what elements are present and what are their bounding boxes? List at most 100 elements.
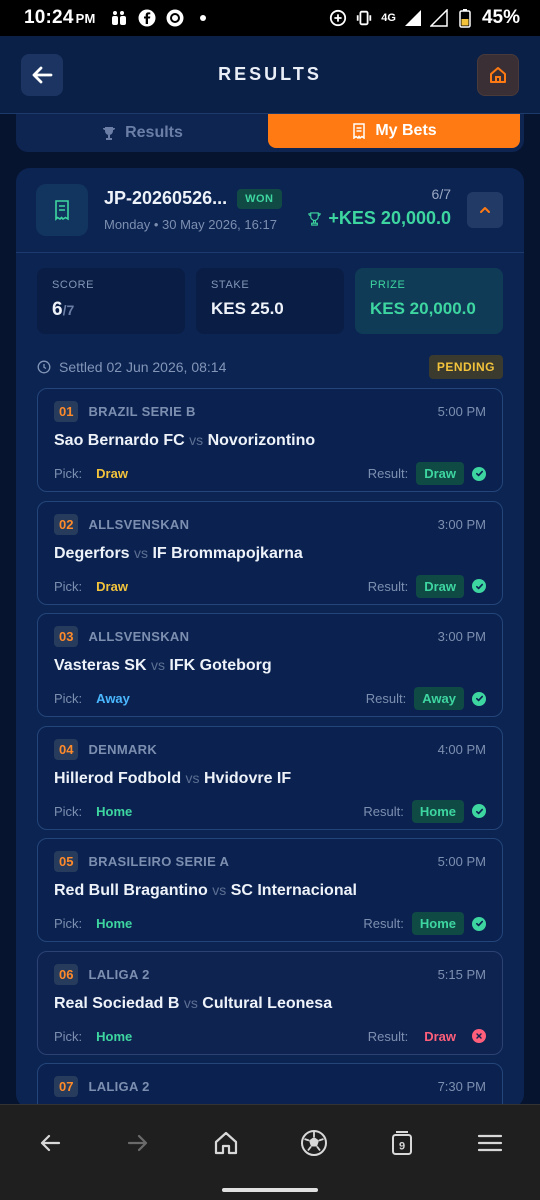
ticket-score: 6/7 xyxy=(431,186,451,202)
match-card[interactable]: 01 BRAZIL SERIE B 5:00 PM Sao Bernardo FC v… xyxy=(37,388,503,492)
vs-label: vs xyxy=(183,994,198,1011)
ticket-header[interactable]: JP-20260526... WON Monday • 30 May 2026,… xyxy=(16,168,524,253)
network-type-label: 4G xyxy=(381,12,396,24)
match-league: ALLSVENSKAN xyxy=(88,516,190,532)
home-team: Hillerod Fodbold xyxy=(54,769,182,787)
browser-home-button[interactable] xyxy=(196,1113,256,1173)
home-button[interactable] xyxy=(477,54,519,96)
match-number: 01 xyxy=(54,401,79,422)
result-value: Draw xyxy=(416,462,464,485)
pick-value: Draw xyxy=(96,578,128,594)
match-time: 5:00 PM xyxy=(437,854,486,869)
home-icon xyxy=(490,67,506,83)
result-label: Result: xyxy=(367,1028,409,1044)
back-button[interactable] xyxy=(21,54,63,96)
pick-value: Draw xyxy=(96,466,128,481)
away-team: IFK Goteborg xyxy=(169,657,272,674)
home-gesture-indicator[interactable] xyxy=(222,1188,318,1192)
settled-text: Settled 02 Jun 2026, 08:14 xyxy=(59,359,227,375)
match-league: ALLSVENSKAN xyxy=(88,629,190,644)
soccer-ball-icon xyxy=(301,1130,327,1156)
browser-tabs-button[interactable]: 9 xyxy=(372,1113,432,1173)
match-card[interactable]: 03 ALLSVENSKAN 3:00 PM Vasteras SK vs IFK G… xyxy=(37,613,503,717)
battery-percent: 45% xyxy=(481,7,520,28)
ticket-stats: SCORE 6/7 STAKE KES 25.0 PRIZE KES 20,00… xyxy=(16,253,524,334)
home-team: Real Sociedad B xyxy=(54,994,180,1012)
battery-icon xyxy=(456,9,474,28)
pending-badge: PENDING xyxy=(428,355,503,379)
match-list: 01 BRAZIL SERIE B 5:00 PM Sao Bernardo FC v… xyxy=(16,388,524,1108)
match-teams: Degerfors vs IF Brommapojkarna xyxy=(54,545,486,563)
arrow-left-icon xyxy=(40,1134,61,1152)
vibrate-icon xyxy=(355,9,373,27)
more-notifications-dot-icon xyxy=(194,9,212,27)
match-league: LALIGA 2 xyxy=(88,966,150,982)
pick-label: Pick: xyxy=(54,578,83,594)
browser-forward-button[interactable] xyxy=(108,1113,168,1173)
match-card[interactable]: 04 DENMARK 4:00 PM Hillerod Fodbold vs Hvid… xyxy=(37,725,503,830)
app-header: RESULTS xyxy=(0,36,540,114)
trophy-icon xyxy=(308,212,322,226)
match-time: 4:00 PM xyxy=(437,741,486,757)
menu-icon xyxy=(477,1134,503,1152)
signal-icon-2 xyxy=(429,9,448,27)
score-stat: SCORE 6/7 xyxy=(37,268,185,334)
result-label: Result: xyxy=(363,916,404,931)
correct-check-icon xyxy=(472,691,486,706)
score-value: 6 xyxy=(52,299,63,320)
result-label: Result: xyxy=(363,803,404,819)
chevron-up-icon xyxy=(480,207,490,213)
notification-app-icon xyxy=(110,9,128,27)
home-icon xyxy=(214,1131,238,1155)
arrow-left-icon xyxy=(32,66,53,84)
vs-label: vs xyxy=(150,657,165,673)
tab-results-label: Results xyxy=(125,124,183,141)
result-value: Draw xyxy=(416,574,464,598)
match-teams: Real Sociedad B vs Cultural Leonesa xyxy=(54,995,486,1013)
match-number: 06 xyxy=(54,963,79,985)
signal-icon xyxy=(404,9,422,27)
receipt-icon xyxy=(353,123,366,139)
browser-sports-button[interactable] xyxy=(284,1113,344,1173)
match-time: 3:00 PM xyxy=(437,629,486,644)
score-total: /7 xyxy=(62,302,75,318)
match-card[interactable]: 06 LALIGA 2 5:15 PM Real Sociedad B vs Cult… xyxy=(37,950,503,1055)
home-team: Red Bull Bragantino xyxy=(54,882,208,899)
match-league: LALIGA 2 xyxy=(88,1079,150,1094)
correct-check-icon xyxy=(472,579,486,593)
match-time: 7:30 PM xyxy=(437,1079,486,1094)
status-bar: 10:24 PM 4G 45% xyxy=(0,0,540,36)
home-team: Degerfors xyxy=(54,544,130,562)
facebook-icon xyxy=(138,9,156,27)
match-card[interactable]: 07 LALIGA 2 7:30 PM xyxy=(37,1063,503,1108)
correct-check-icon xyxy=(472,466,486,481)
ticket-date: Monday • 30 May 2026, 16:17 xyxy=(104,217,277,232)
away-team: IF Brommapojkarna xyxy=(152,544,303,562)
collapse-button[interactable] xyxy=(467,192,503,228)
match-number: 03 xyxy=(54,626,79,647)
prize-stat: PRIZE KES 20,000.0 xyxy=(355,268,503,334)
browser-menu-button[interactable] xyxy=(460,1113,520,1173)
away-team: Cultural Leonesa xyxy=(202,994,333,1012)
match-card[interactable]: 05 BRASILEIRO SERIE A 5:00 PM Red Bull Brag… xyxy=(37,838,503,942)
browser-back-button[interactable] xyxy=(20,1113,80,1173)
page-title: RESULTS xyxy=(218,64,322,84)
pick-label: Pick: xyxy=(54,803,83,819)
vs-label: vs xyxy=(189,432,204,448)
tab-results[interactable]: Results xyxy=(16,114,268,152)
pick-value: Home xyxy=(96,1028,133,1044)
prize-value: KES 20,000.0 xyxy=(370,299,476,318)
data-saver-icon xyxy=(329,9,347,27)
ticket-id: JP-20260526... xyxy=(104,188,228,208)
arrow-right-icon xyxy=(127,1134,148,1152)
result-label: Result: xyxy=(365,691,407,706)
stake-stat: STAKE KES 25.0 xyxy=(196,268,344,334)
ticket-status-badge: WON xyxy=(237,188,282,209)
result-value: Home xyxy=(411,912,464,935)
match-card[interactable]: 02 ALLSVENSKAN 3:00 PM Degerfors vs IF Brom… xyxy=(37,500,503,605)
match-teams: Sao Bernardo FC vs Novorizontino xyxy=(54,432,486,450)
tab-my-bets[interactable]: My Bets xyxy=(268,114,520,148)
result-label: Result: xyxy=(367,578,409,594)
settled-row: Settled 02 Jun 2026, 08:14 PENDING xyxy=(16,354,524,380)
match-time: 5:00 PM xyxy=(437,404,486,419)
